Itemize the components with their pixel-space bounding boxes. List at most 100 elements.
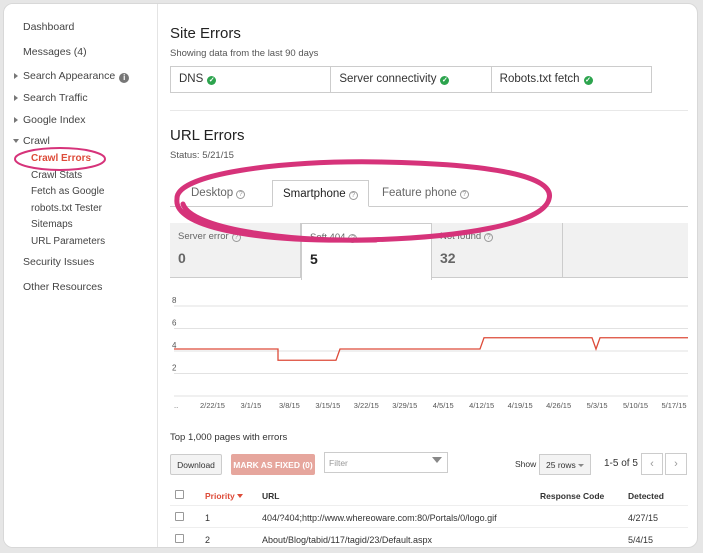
x-tick-label: 5/3/15: [587, 401, 608, 410]
sidebar-item-fetch-as-google[interactable]: Fetch as Google: [31, 186, 104, 197]
sidebar-item-crawl[interactable]: Crawl: [13, 135, 50, 147]
check-icon: ✓: [583, 76, 593, 85]
main-content: Site Errors Showing data from the last 9…: [158, 4, 697, 547]
x-tick-label: ..: [174, 401, 178, 410]
help-icon[interactable]: ?: [484, 233, 494, 242]
sidebar: Dashboard Messages (4) Search Appearance…: [4, 4, 158, 547]
x-tick-label: 4/19/15: [508, 401, 533, 410]
sidebar-item-other-resources[interactable]: Other Resources: [23, 281, 102, 293]
server-connectivity-label: Server connectivity: [339, 73, 437, 85]
metric-value: 5: [310, 251, 318, 267]
priority-header[interactable]: Priority: [205, 491, 243, 501]
help-icon[interactable]: ?: [348, 191, 358, 200]
funnel-icon[interactable]: [432, 457, 442, 463]
sidebar-item-security-issues[interactable]: Security Issues: [23, 256, 94, 268]
device-tabs: Desktop? Smartphone? Feature phone?: [170, 180, 688, 207]
errors-line-chart: 8642.. 2/22/15 3/1/15 3/8/15 3/15/15 3/22/15 3…: [172, 296, 688, 410]
check-icon: ✓: [207, 76, 217, 85]
detected-header[interactable]: Detected: [628, 491, 664, 501]
metric-label: Soft 404: [310, 232, 346, 243]
filter-input[interactable]: Filter: [324, 452, 448, 473]
table-header-row: Priority URL Response Code Detected: [170, 484, 688, 506]
tab-label: Feature phone: [382, 187, 457, 199]
y-tick-label: 2: [172, 364, 177, 373]
x-tick-label: 2/22/15: [200, 401, 225, 410]
dns-label: DNS: [179, 73, 204, 85]
x-tick-label: 3/29/15: [392, 401, 417, 410]
tab-label: Desktop: [191, 187, 234, 199]
url-cell[interactable]: 404/?404;http://www.whereoware.com:80/Po…: [262, 513, 497, 523]
row-checkbox[interactable]: [175, 534, 184, 543]
sidebar-item-crawl-errors[interactable]: Crawl Errors: [31, 153, 91, 164]
sidebar-item-crawl-stats[interactable]: Crawl Stats: [31, 170, 82, 181]
select-all-checkbox[interactable]: [175, 490, 184, 499]
filter-placeholder: Filter: [329, 458, 348, 468]
mark-as-fixed-button[interactable]: MARK AS FIXED (0): [231, 454, 315, 475]
metric-label: Not found: [440, 231, 482, 242]
x-tick-label: 4/5/15: [433, 401, 454, 410]
download-button[interactable]: Download: [170, 454, 222, 475]
robots-fetch-cell[interactable]: Robots.txt fetch ✓: [492, 67, 651, 92]
metric-value: 0: [178, 250, 186, 266]
table-row[interactable]: 2 About/Blog/tabid/117/tagid/23/Default.…: [170, 528, 688, 547]
app-frame: Dashboard Messages (4) Search Appearance…: [3, 3, 698, 548]
url-errors-status: Status: 5/21/15: [170, 150, 234, 161]
tab-label: Smartphone: [283, 188, 346, 200]
pagination-text: 1-5 of 5: [604, 458, 638, 469]
series-line: [174, 337, 688, 361]
sidebar-item-url-parameters[interactable]: URL Parameters: [31, 236, 105, 247]
sidebar-item-sitemaps[interactable]: Sitemaps: [31, 219, 73, 230]
sort-desc-icon: [236, 494, 243, 498]
tab-desktop[interactable]: Desktop?: [191, 180, 246, 207]
metric-label: Server error: [178, 231, 229, 242]
chevron-down-icon: [578, 464, 584, 467]
x-tick-label: 4/12/15: [469, 401, 494, 410]
server-connectivity-cell[interactable]: Server connectivity ✓: [331, 67, 492, 92]
metric-server-error[interactable]: Server error? 0: [170, 223, 301, 278]
x-tick-label: 4/26/15: [546, 401, 571, 410]
priority-header-label: Priority: [205, 491, 235, 501]
url-cell[interactable]: About/Blog/tabid/117/tagid/23/Default.as…: [262, 535, 432, 545]
priority-cell: 1: [205, 513, 211, 523]
sidebar-item-google-index[interactable]: Google Index: [13, 114, 85, 126]
sidebar-item-search-appearance[interactable]: Search Appearance i: [13, 70, 130, 83]
dns-cell[interactable]: DNS ✓: [171, 67, 332, 92]
site-errors-summary: DNS ✓ Server connectivity ✓ Robots.txt fet…: [170, 66, 652, 93]
x-tick-label: 3/22/15: [354, 401, 379, 410]
sidebar-item-robots-tester[interactable]: robots.txt Tester: [31, 203, 102, 214]
x-tick-label: 3/8/15: [279, 401, 300, 410]
help-icon[interactable]: ?: [459, 190, 469, 199]
rows-option: 25 rows: [546, 460, 576, 470]
check-icon: ✓: [440, 76, 450, 85]
help-icon[interactable]: ?: [236, 190, 246, 199]
rows-per-page-select[interactable]: 25 rows: [539, 454, 591, 475]
detected-cell: 5/4/15: [628, 535, 654, 545]
url-header[interactable]: URL: [262, 491, 279, 501]
sidebar-item-dashboard[interactable]: Dashboard: [23, 21, 74, 33]
table-row[interactable]: 1 404/?404;http://www.whereoware.com:80/…: [170, 506, 688, 528]
sidebar-item-messages[interactable]: Messages (4): [23, 46, 87, 58]
tab-smartphone[interactable]: Smartphone?: [272, 180, 369, 207]
sidebar-item-label: Search Appearance: [23, 70, 116, 82]
tab-feature-phone[interactable]: Feature phone?: [382, 180, 469, 207]
robots-fetch-label: Robots.txt fetch: [499, 73, 580, 85]
x-tick-label: 3/15/15: [315, 401, 340, 410]
help-icon[interactable]: ?: [348, 234, 358, 243]
sidebar-item-search-traffic[interactable]: Search Traffic: [14, 92, 88, 104]
prev-page-button[interactable]: ‹: [641, 453, 663, 475]
info-icon[interactable]: i: [119, 73, 130, 83]
table-title: Top 1,000 pages with errors: [170, 432, 288, 443]
x-tick-label: 3/1/15: [240, 401, 261, 410]
site-errors-subtitle: Showing data from the last 90 days: [170, 48, 319, 59]
metric-not-found[interactable]: Not found? 32: [432, 223, 563, 278]
x-tick-label: 5/17/15: [661, 401, 686, 410]
next-page-button[interactable]: ›: [665, 453, 687, 475]
metric-soft-404[interactable]: Soft 404? 5: [301, 223, 432, 280]
url-errors-title: URL Errors: [170, 127, 245, 144]
help-icon[interactable]: ?: [231, 233, 241, 242]
priority-cell: 2: [205, 535, 211, 545]
response-code-header[interactable]: Response Code: [540, 491, 604, 501]
error-metrics: Server error? 0 Soft 404? 5 Not found? 3…: [170, 223, 688, 280]
row-checkbox[interactable]: [175, 512, 184, 521]
show-label: Show: [515, 459, 537, 469]
